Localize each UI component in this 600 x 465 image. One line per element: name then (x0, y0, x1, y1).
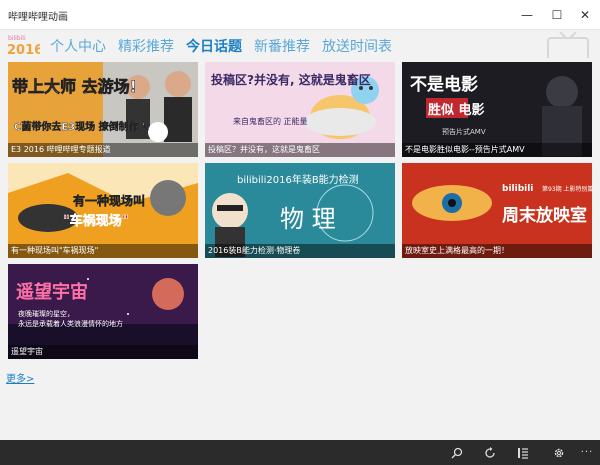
topic-grid: 带上大师 去游场! C菌带你去E3现场 撩倒制作人 E3 2016 哔哩哔哩专题… (0, 58, 600, 440)
header: bilibili 2016 个人中心 精彩推荐 今日话题 新番推荐 放送时间表 (0, 30, 600, 62)
card-caption: 遥望宇宙 (8, 345, 198, 359)
bilibili-2016-logo: bilibili 2016 (6, 32, 40, 56)
card-caption: 有一种现场叫"车祸现场" (8, 244, 198, 258)
close-icon: ✕ (579, 8, 591, 22)
card-headline: bilibili2016年装B能力检测 (237, 173, 359, 186)
nav-tabs: 个人中心 精彩推荐 今日话题 新番推荐 放送时间表 (50, 36, 404, 56)
card-caption: 不是电影胜似电影--预告片式AMV (402, 143, 592, 157)
topic-card-e3[interactable]: 带上大师 去游场! C菌带你去E3现场 撩倒制作人 E3 2016 哔哩哔哩专题… (8, 62, 198, 157)
topic-card-universe[interactable]: 遥望宇宙 夜晚璀璨的星空， 永远是承载着人类浪漫情怀的地方 遥望宇宙 (8, 264, 198, 359)
card-subline: C菌带你去E3现场 撩倒制作人 (14, 120, 150, 133)
search-icon (451, 447, 463, 458)
tab-schedule[interactable]: 放送时间表 (322, 36, 392, 56)
settings-button[interactable] (548, 440, 570, 465)
refresh-icon (485, 446, 495, 458)
refresh-button[interactable] (479, 440, 501, 465)
more-options-icon: ··· (580, 447, 594, 458)
topic-card-physics[interactable]: bilibili2016年装B能力检测 物 理 2016装B能力检测·物理卷 (205, 163, 395, 258)
topic-card-screening[interactable]: bilibili 第93期 上影特别篇 周末放映室 放映室史上满格最高的一期！ (402, 163, 592, 258)
maximize-icon: ☐ (551, 8, 563, 22)
list-button[interactable] (512, 440, 534, 465)
tab-today-topic[interactable]: 今日话题 (186, 36, 242, 56)
card-headline: 周末放映室 (502, 205, 587, 226)
card-subline: 物 理 (280, 205, 336, 233)
card-subline: "车祸现场" (63, 213, 129, 229)
card-headline: 投稿区?并没有, 这就是鬼畜区 (211, 72, 371, 87)
topic-card-kichiku[interactable]: 投稿区?并没有, 这就是鬼畜区 来自鬼畜区的 正能量 投稿区？并没有，这就是鬼畜… (205, 62, 395, 157)
logo-text-top: bilibili (8, 35, 26, 42)
card-headline: 有一种现场叫 (73, 193, 145, 208)
card-headline: 遥望宇宙 (16, 281, 88, 303)
title-bar: 哔哩哔哩动画 — ☐ ✕ (0, 0, 600, 30)
card-headline: 带上大师 去游场! (12, 77, 137, 96)
logo-text-year: 2016 (7, 43, 40, 56)
card-caption: 放映室史上满格最高的一期！ (402, 244, 592, 258)
close-button[interactable]: ✕ (570, 0, 600, 30)
minimize-button[interactable]: — (512, 0, 542, 30)
list-icon (518, 447, 528, 459)
tab-new-anime[interactable]: 新番推荐 (254, 36, 310, 56)
tab-recommended[interactable]: 精彩推荐 (118, 36, 174, 56)
more-link[interactable]: 更多> (6, 370, 34, 385)
card-caption: 投稿区？并没有，这就是鬼畜区 (205, 143, 395, 157)
minimize-icon: — (521, 8, 533, 22)
card-tagline: 预告片式AMV (442, 127, 486, 136)
card-subline: 胜似 电影 (428, 102, 485, 118)
gear-icon (554, 448, 564, 457)
bottom-app-bar: ··· (0, 440, 600, 465)
card-brand: bilibili (502, 184, 533, 194)
card-caption: E3 2016 哔哩哔哩专题报道 (8, 143, 198, 157)
card-badge: 第93期 上影特别篇 (542, 185, 592, 193)
card-caption: 2016装B能力检测·物理卷 (205, 244, 395, 258)
maximize-button[interactable]: ☐ (542, 0, 572, 30)
tab-personal-center[interactable]: 个人中心 (50, 36, 106, 56)
search-button[interactable] (446, 440, 468, 465)
card-subline: 夜晚璀璨的星空， (18, 309, 74, 318)
card-subline: 来自鬼畜区的 正能量 (233, 116, 308, 126)
card-headline: 不是电影 (410, 74, 478, 95)
card-subline-2: 永远是承载着人类浪漫情怀的地方 (18, 319, 123, 328)
topic-card-amv[interactable]: 不是电影 胜似 电影 预告片式AMV 不是电影胜似电影--预告片式AMV (402, 62, 592, 157)
more-options-button[interactable]: ··· (576, 440, 598, 465)
window-title: 哔哩哔哩动画 (8, 12, 68, 23)
topic-card-crash[interactable]: 有一种现场叫 "车祸现场" 有一种现场叫"车祸现场" (8, 163, 198, 258)
